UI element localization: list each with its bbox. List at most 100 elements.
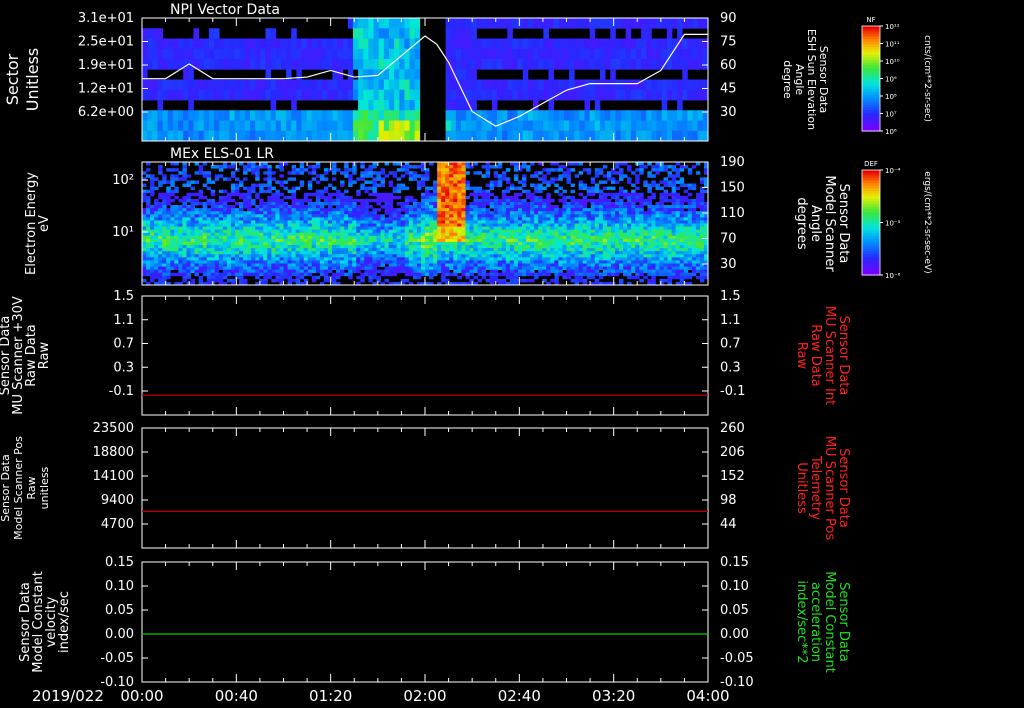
els-cell	[275, 269, 280, 274]
npi-cell	[337, 110, 344, 121]
els-cell	[408, 177, 414, 181]
els-cell	[340, 257, 345, 261]
els-cell	[469, 257, 474, 261]
els-cell	[174, 217, 179, 221]
els-cell	[384, 241, 390, 246]
els-cell	[307, 205, 313, 209]
els-cell	[174, 238, 179, 243]
els-heatmap	[142, 162, 709, 286]
npi-cell	[461, 79, 467, 91]
els-cell	[505, 257, 511, 261]
els-cell	[206, 260, 212, 264]
els-cell	[311, 263, 317, 267]
npi-cell	[461, 100, 467, 111]
els-cell	[586, 214, 592, 218]
els-cell	[376, 201, 381, 206]
els-cell	[392, 235, 398, 240]
els-cell	[457, 189, 462, 194]
els-cell	[586, 186, 592, 191]
npi-cell	[388, 120, 395, 132]
els-cell	[259, 248, 264, 252]
els-cell	[546, 263, 551, 267]
els-cell	[505, 275, 511, 280]
els-cell	[376, 217, 381, 221]
els-cell	[299, 205, 305, 209]
els-cell	[384, 269, 390, 274]
els-cell	[489, 266, 495, 271]
els-cell	[315, 232, 321, 237]
left-tick-label: 1.2e+01	[78, 82, 134, 97]
els-cell	[170, 260, 175, 264]
npi-cell	[316, 110, 323, 121]
els-cell	[404, 272, 410, 277]
els-cell	[243, 177, 248, 181]
els-cell	[368, 192, 373, 197]
els-cell	[441, 248, 446, 252]
els-cell	[340, 214, 345, 218]
els-cell	[311, 168, 317, 172]
els-cell	[602, 257, 608, 261]
els-cell	[461, 229, 466, 234]
npi-cell	[342, 79, 349, 91]
els-cell	[590, 257, 596, 261]
els-cell	[425, 235, 430, 240]
els-cell	[429, 248, 434, 252]
els-cell	[606, 205, 612, 209]
els-cell	[154, 226, 159, 231]
els-cell	[530, 260, 535, 264]
els-cell	[142, 220, 147, 224]
els-cell	[586, 248, 592, 252]
els-cell	[291, 189, 297, 194]
npi-cell	[646, 79, 652, 91]
els-cell	[247, 254, 252, 258]
npi-cell	[203, 79, 210, 91]
els-cell	[566, 177, 571, 181]
els-cell	[606, 186, 612, 191]
npi-cell	[558, 120, 565, 132]
els-cell	[489, 198, 495, 203]
npi-cell	[208, 59, 215, 70]
els-cell	[384, 235, 390, 240]
els-cell	[186, 217, 191, 221]
els-cell	[319, 223, 325, 227]
els-cell	[465, 165, 470, 169]
els-cell	[356, 263, 361, 267]
npi-cell	[697, 130, 704, 142]
els-cell	[319, 235, 325, 240]
els-cell	[489, 245, 495, 249]
npi-cell	[569, 48, 575, 60]
els-cell	[615, 251, 620, 255]
els-cell	[534, 186, 539, 191]
npi-cell	[471, 38, 477, 50]
els-cell	[404, 211, 410, 215]
els-cell	[291, 229, 297, 234]
npi-cell	[533, 100, 539, 111]
els-cell	[481, 257, 487, 261]
els-cell	[449, 162, 454, 166]
els-cell	[340, 171, 345, 175]
els-cell	[449, 198, 454, 203]
els-cell	[623, 229, 628, 234]
els-cell	[327, 251, 333, 255]
els-cell	[307, 211, 313, 215]
els-cell	[174, 251, 179, 255]
els-cell	[162, 275, 167, 280]
npi-cell	[671, 130, 678, 142]
els-cell	[198, 254, 204, 258]
els-cell	[202, 183, 208, 187]
els-cell	[594, 260, 600, 264]
els-cell	[344, 174, 349, 178]
els-cell	[542, 232, 547, 237]
els-cell	[586, 235, 592, 240]
els-cell	[303, 257, 309, 261]
els-cell	[154, 251, 159, 255]
els-cell	[619, 235, 624, 240]
npi-cell	[466, 18, 472, 29]
els-cell	[327, 214, 333, 218]
npi-cell	[142, 59, 148, 70]
els-cell	[170, 263, 175, 267]
els-cell	[404, 254, 410, 258]
els-cell	[445, 248, 450, 252]
els-cell	[615, 208, 620, 212]
els-cell	[344, 195, 349, 200]
